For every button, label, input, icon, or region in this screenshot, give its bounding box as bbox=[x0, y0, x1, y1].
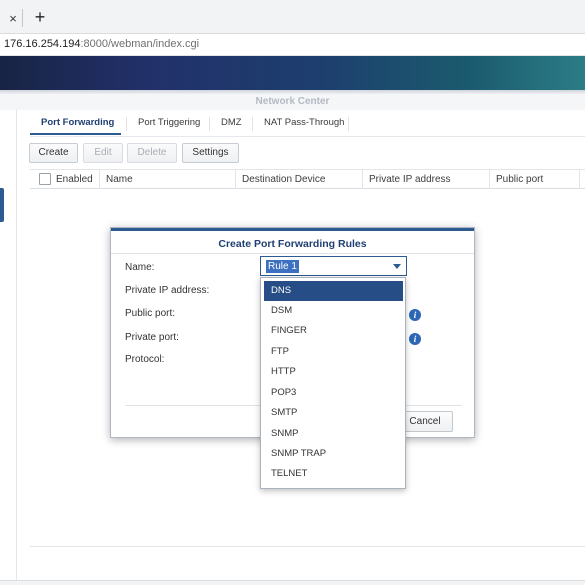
column-private-ip[interactable]: Private IP address bbox=[369, 174, 451, 185]
info-icon[interactable]: i bbox=[409, 333, 421, 345]
tab-separator bbox=[348, 117, 349, 131]
column-enabled[interactable]: Enabled bbox=[56, 174, 93, 185]
window-title: Network Center bbox=[255, 96, 330, 107]
active-tab-underline bbox=[30, 133, 121, 135]
dropdown-option-dsm[interactable]: DSM bbox=[264, 301, 403, 321]
left-sidebar bbox=[0, 110, 17, 580]
browser-tab-bar: × + bbox=[0, 0, 585, 34]
column-divider[interactable] bbox=[99, 170, 100, 189]
tab-separator bbox=[209, 117, 210, 131]
dropdown-option-telnet[interactable]: TELNET bbox=[264, 464, 403, 484]
new-tab-button[interactable]: + bbox=[30, 7, 50, 27]
name-dropdown-list[interactable]: DNS DSM FINGER FTP HTTP POP3 SMTP SNMP S… bbox=[260, 277, 406, 489]
column-destination-device[interactable]: Destination Device bbox=[242, 174, 325, 185]
grid-footer-line bbox=[30, 546, 585, 547]
tab-port-forwarding[interactable]: Port Forwarding bbox=[41, 117, 114, 128]
public-port-label: Public port: bbox=[125, 308, 176, 319]
dropdown-option-http[interactable]: HTTP bbox=[264, 362, 403, 382]
column-divider[interactable] bbox=[579, 170, 580, 189]
column-divider[interactable] bbox=[362, 170, 363, 189]
column-divider[interactable] bbox=[489, 170, 490, 189]
tab-nat-pass-through[interactable]: NAT Pass-Through bbox=[264, 117, 344, 128]
dropdown-option-snmp[interactable]: SNMP bbox=[264, 424, 403, 444]
dialog-title: Create Port Forwarding Rules bbox=[218, 238, 367, 250]
tab-separator bbox=[252, 117, 253, 131]
protocol-label: Protocol: bbox=[125, 354, 165, 365]
url-path: :8000/webman/index.cgi bbox=[80, 38, 200, 50]
url-text[interactable]: 176.16.254.194:8000/webman/index.cgi bbox=[4, 38, 199, 50]
dialog-title-divider bbox=[111, 253, 474, 254]
dropdown-option-pop3[interactable]: POP3 bbox=[264, 383, 403, 403]
info-icon[interactable]: i bbox=[409, 309, 421, 321]
browser-bottom-frame bbox=[0, 580, 585, 585]
name-input-value[interactable]: Rule 1 bbox=[266, 260, 299, 273]
create-button[interactable]: Create bbox=[29, 143, 78, 163]
tabs-divider bbox=[30, 136, 585, 137]
dsm-banner bbox=[0, 56, 585, 90]
private-ip-label: Private IP address: bbox=[125, 285, 210, 296]
tab-dmz[interactable]: DMZ bbox=[221, 117, 242, 128]
edit-button[interactable]: Edit bbox=[83, 143, 123, 163]
dialog-accent-bar bbox=[111, 228, 474, 231]
close-tab-icon[interactable]: × bbox=[4, 10, 22, 28]
address-bar[interactable]: 176.16.254.194:8000/webman/index.cgi bbox=[0, 34, 585, 56]
sidebar-selected-marker bbox=[0, 188, 4, 222]
dropdown-option-finger[interactable]: FINGER bbox=[264, 321, 403, 341]
column-divider[interactable] bbox=[235, 170, 236, 189]
private-port-label: Private port: bbox=[125, 332, 179, 343]
column-name[interactable]: Name bbox=[106, 174, 133, 185]
column-public-port[interactable]: Public port bbox=[496, 174, 543, 185]
select-all-checkbox[interactable] bbox=[39, 173, 51, 185]
dropdown-option-dns[interactable]: DNS bbox=[264, 281, 403, 301]
delete-button[interactable]: Delete bbox=[127, 143, 177, 163]
dropdown-option-ftp[interactable]: FTP bbox=[264, 342, 403, 362]
tab-separator bbox=[126, 117, 127, 131]
tab-divider bbox=[22, 9, 23, 27]
name-label: Name: bbox=[125, 262, 155, 273]
dropdown-option-smtp[interactable]: SMTP bbox=[264, 403, 403, 423]
url-host: 176.16.254.194 bbox=[4, 38, 81, 50]
tab-port-triggering[interactable]: Port Triggering bbox=[138, 117, 200, 128]
settings-button[interactable]: Settings bbox=[182, 143, 239, 163]
chevron-down-icon[interactable] bbox=[393, 264, 401, 269]
window-header: Network Center bbox=[0, 94, 585, 110]
dropdown-option-snmp-trap[interactable]: SNMP TRAP bbox=[264, 444, 403, 464]
rules-grid-header: Enabled Name Destination Device Private … bbox=[30, 169, 585, 189]
name-combo-input[interactable]: Rule 1 bbox=[260, 256, 407, 276]
